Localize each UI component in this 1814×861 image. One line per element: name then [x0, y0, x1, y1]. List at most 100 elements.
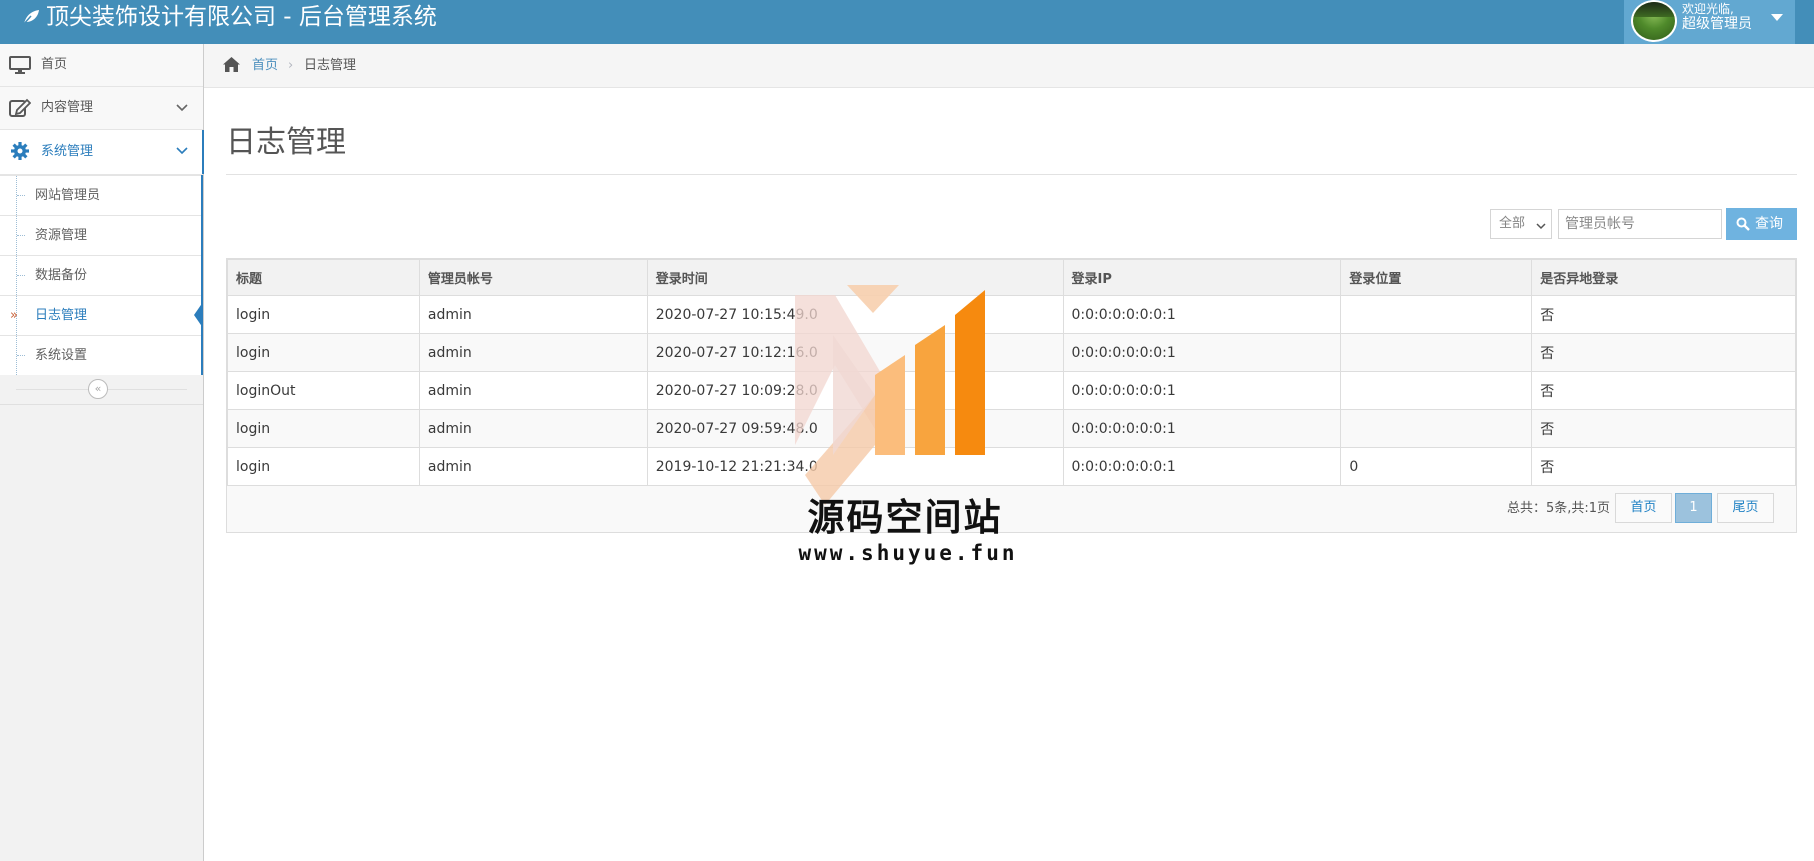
- breadcrumb: 首页 › 日志管理: [204, 44, 1814, 88]
- sidebar-item-home[interactable]: 首页: [0, 44, 203, 87]
- column-header: 登录位置: [1340, 259, 1533, 296]
- main-content: 首页 › 日志管理 日志管理 全部 查询 标题 管理员帐号 登录时间: [204, 44, 1814, 861]
- submenu-label: 网站管理员: [35, 188, 101, 203]
- table-cell: 0:0:0:0:0:0:0:1: [1062, 333, 1342, 372]
- edit-icon: [9, 98, 32, 118]
- sidebar-item-system[interactable]: 系统管理: [0, 130, 204, 175]
- search-button[interactable]: 查询: [1726, 208, 1797, 240]
- table-cell: admin: [418, 409, 648, 448]
- title-divider: [226, 174, 1797, 175]
- sidebar-item-settings[interactable]: 系统设置: [0, 335, 201, 375]
- table-cell: loginOut: [227, 371, 420, 410]
- caret-down-icon: [1771, 14, 1783, 21]
- tree-dot: [17, 275, 25, 276]
- breadcrumb-separator-icon: ›: [288, 58, 294, 73]
- app-title: 顶尖装饰设计有限公司 - 后台管理系统: [46, 4, 437, 30]
- avatar: [1631, 0, 1677, 42]
- top-navbar: 顶尖装饰设计有限公司 - 后台管理系统 欢迎光临, 超级管理员: [0, 0, 1814, 44]
- column-header: 登录时间: [646, 259, 1064, 296]
- last-page-button[interactable]: 尾页: [1717, 493, 1774, 523]
- sidebar-item-content[interactable]: 内容管理: [0, 87, 203, 130]
- table-cell: 2019-10-12 21:21:34.0: [646, 447, 1064, 486]
- table-cell: 0:0:0:0:0:0:0:1: [1062, 295, 1342, 334]
- double-angle-right-icon: »: [10, 308, 18, 323]
- table-cell: login: [227, 295, 420, 334]
- column-header: 是否异地登录: [1531, 259, 1796, 296]
- watermark-text: 源码空间站: [807, 496, 1003, 539]
- table-row: login admin 2020-07-27 10:12:16.0 0:0:0:…: [227, 333, 1796, 372]
- sidebar-item-logs[interactable]: » 日志管理: [0, 295, 203, 335]
- tree-dot: [17, 195, 25, 196]
- system-submenu: 网站管理员 资源管理 数据备份 » 日志管理 系统设置: [0, 175, 203, 375]
- chevron-down-icon: [175, 101, 189, 117]
- filter-select[interactable]: 全部: [1490, 209, 1552, 239]
- table-cell: admin: [418, 295, 648, 334]
- page-title: 日志管理: [226, 125, 346, 160]
- search-icon: [1736, 217, 1750, 235]
- collapse-sidebar-button[interactable]: «: [88, 379, 108, 399]
- column-header: 管理员帐号: [418, 259, 648, 296]
- brand[interactable]: 顶尖装饰设计有限公司 - 后台管理系统: [22, 0, 437, 36]
- sidebar-item-label: 首页: [41, 57, 68, 72]
- sidebar-item-admins[interactable]: 网站管理员: [0, 175, 201, 215]
- table-cell: login: [227, 409, 420, 448]
- chevron-down-icon: [1536, 219, 1546, 234]
- sidebar-item-backup[interactable]: 数据备份: [0, 255, 201, 295]
- leaf-icon: [22, 1, 40, 35]
- sidebar-item-label: 系统管理: [41, 144, 94, 159]
- table-cell: 2020-07-27 09:59:48.0: [646, 409, 1064, 448]
- table-cell: 否: [1531, 371, 1796, 410]
- table-cell: 2020-07-27 10:09:28.0: [646, 371, 1064, 410]
- table-cell: 否: [1531, 447, 1796, 486]
- table-cell: 否: [1531, 409, 1796, 448]
- table-cell: login: [227, 447, 420, 486]
- table-cell: [1340, 333, 1533, 372]
- table-cell: 0:0:0:0:0:0:0:1: [1062, 409, 1342, 448]
- table-cell: 0: [1340, 447, 1533, 486]
- sidebar-item-resources[interactable]: 资源管理: [0, 215, 201, 255]
- breadcrumb-current: 日志管理: [304, 58, 357, 73]
- tree-dot: [17, 355, 25, 356]
- user-menu[interactable]: 欢迎光临, 超级管理员: [1624, 0, 1795, 44]
- table-cell: 2020-07-27 10:15:49.0: [646, 295, 1064, 334]
- chevron-down-icon: [175, 144, 189, 160]
- home-icon[interactable]: [222, 56, 241, 77]
- page-1-button[interactable]: 1: [1675, 493, 1712, 523]
- column-header: 标题: [227, 259, 420, 296]
- filter-selected-value: 全部: [1499, 216, 1526, 231]
- table-cell: [1340, 371, 1533, 410]
- submenu-label: 资源管理: [35, 228, 88, 243]
- table-row: loginOut admin 2020-07-27 10:09:28.0 0:0…: [227, 371, 1796, 410]
- welcome-text: 欢迎光临, 超级管理员: [1682, 2, 1752, 32]
- search-input[interactable]: [1558, 209, 1722, 239]
- table-cell: admin: [418, 371, 648, 410]
- submenu-label: 系统设置: [35, 348, 88, 363]
- table-row: login admin 2019-10-12 21:21:34.0 0:0:0:…: [227, 447, 1796, 486]
- submenu-label: 日志管理: [35, 308, 88, 323]
- sidebar-collapse-row: «: [0, 375, 203, 405]
- search-button-label: 查询: [1755, 216, 1783, 232]
- welcome-label: 欢迎光临,: [1682, 2, 1734, 16]
- breadcrumb-home-link[interactable]: 首页: [252, 44, 278, 87]
- desktop-icon: [9, 55, 31, 75]
- tree-dot: [17, 235, 25, 236]
- table-cell: login: [227, 333, 420, 372]
- table-row: login admin 2020-07-27 10:15:49.0 0:0:0:…: [227, 295, 1796, 334]
- submenu-label: 数据备份: [35, 268, 88, 283]
- table-cell: 否: [1531, 295, 1796, 334]
- table-cell: [1340, 295, 1533, 334]
- gear-icon: [9, 141, 31, 161]
- pagination-summary: 总共：5条,共:1页: [1506, 501, 1610, 516]
- table-cell: 0:0:0:0:0:0:0:1: [1062, 371, 1342, 410]
- user-role: 超级管理员: [1682, 16, 1752, 32]
- sidebar-item-label: 内容管理: [41, 100, 94, 115]
- table-cell: 否: [1531, 333, 1796, 372]
- table-row: login admin 2020-07-27 09:59:48.0 0:0:0:…: [227, 409, 1796, 448]
- table-cell: admin: [418, 447, 648, 486]
- table-cell: 0:0:0:0:0:0:0:1: [1062, 447, 1342, 486]
- table-cell: [1340, 409, 1533, 448]
- first-page-button[interactable]: 首页: [1615, 493, 1672, 523]
- watermark-url: www.shuyue.fun: [798, 541, 1018, 565]
- sidebar: 首页 内容管理 系统管理 网站管理员 资源管理 数据备份 » 日志管理 系统设置…: [0, 44, 204, 861]
- column-header: 登录IP: [1062, 259, 1342, 296]
